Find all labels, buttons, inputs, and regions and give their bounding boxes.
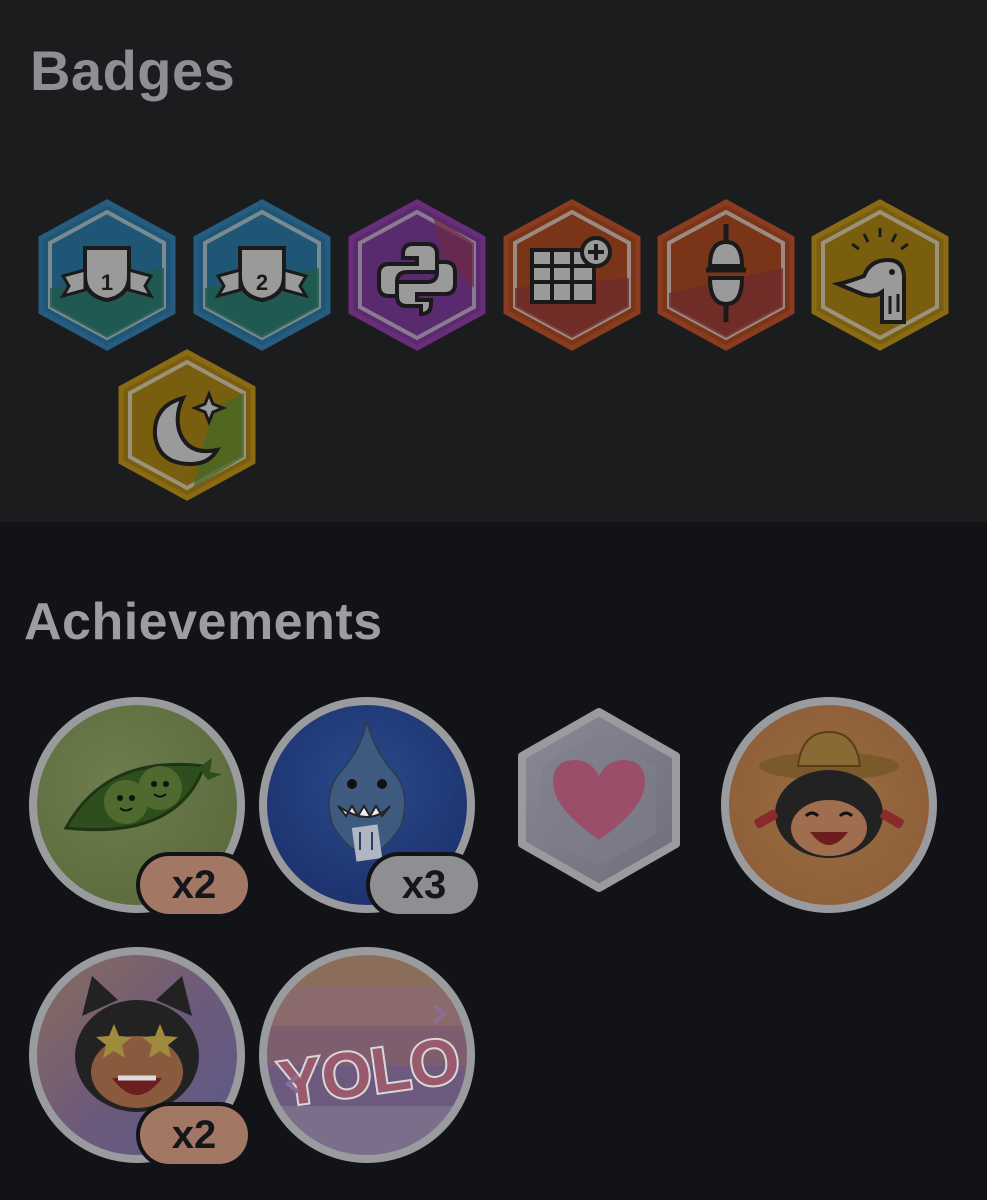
trophy-2-icon: 2 bbox=[193, 199, 331, 351]
badge-trophy-1-number: 1 bbox=[101, 270, 113, 295]
achievement-heart[interactable] bbox=[490, 696, 708, 914]
python-icon bbox=[348, 199, 486, 351]
achievements-heading: Achievements bbox=[24, 593, 383, 651]
badge-spark-plug[interactable] bbox=[652, 198, 800, 352]
badge-table-plus[interactable] bbox=[498, 198, 646, 352]
achievement-shark[interactable]: x3 bbox=[258, 696, 478, 914]
trophy-1-icon: 1 bbox=[38, 199, 176, 351]
badges-section: Badges 1 2 bbox=[0, 0, 987, 522]
achievement-cowboy-cat[interactable] bbox=[720, 696, 938, 914]
achievement-pea-pod[interactable]: x2 bbox=[28, 696, 248, 914]
spark-plug-icon bbox=[657, 199, 795, 351]
badge-python[interactable] bbox=[343, 198, 491, 352]
cowboy-cat-icon bbox=[721, 697, 937, 913]
achievement-yolo[interactable]: YOLO bbox=[258, 946, 476, 1164]
achievement-count-badge: x2 bbox=[140, 1106, 248, 1164]
achievements-section: Achievements x2 x3 x2 YOLO bbox=[0, 592, 987, 1200]
badge-trophy-1[interactable]: 1 bbox=[33, 198, 181, 352]
badge-goose[interactable] bbox=[806, 198, 954, 352]
badge-trophy-2[interactable]: 2 bbox=[188, 198, 336, 352]
heart-icon bbox=[518, 708, 680, 892]
moon-star-icon bbox=[118, 349, 256, 501]
badge-moon-star[interactable] bbox=[113, 348, 261, 502]
achievement-count-badge: x3 bbox=[370, 856, 478, 914]
yolo-icon: YOLO bbox=[259, 947, 475, 1163]
badge-trophy-2-number: 2 bbox=[256, 270, 268, 295]
goose-icon bbox=[811, 199, 949, 351]
table-plus-icon bbox=[503, 199, 641, 351]
badges-heading: Badges bbox=[30, 39, 236, 102]
achievement-count-badge: x2 bbox=[140, 856, 248, 914]
achievement-star-eyes-cat[interactable]: x2 bbox=[28, 946, 248, 1164]
